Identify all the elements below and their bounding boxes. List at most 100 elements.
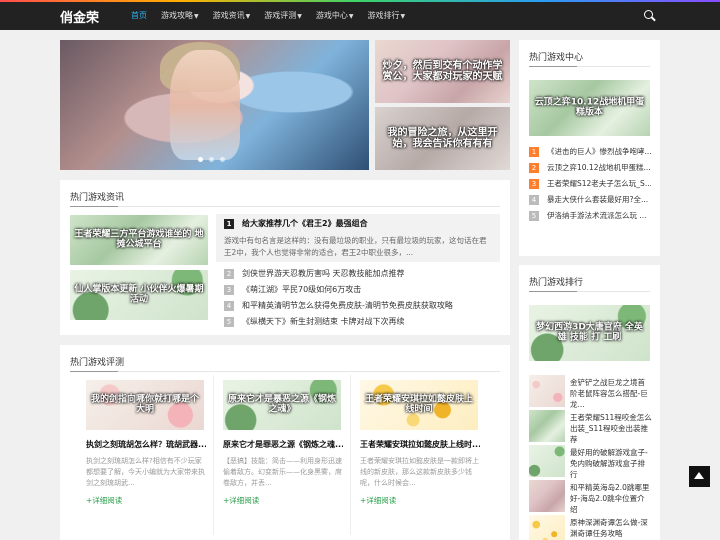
nav-item-news[interactable]: 游戏资讯▼ <box>206 2 258 30</box>
news-panel: 热门游戏资讯 王者荣耀三方平台游戏谁坐的 地摊公城平台 仙人掌版本更新 小伙伴火… <box>60 180 510 335</box>
rank-item-text: 最好用的破解游戏盒子-免内购破解游戏盒子排行 <box>570 448 648 479</box>
list-item[interactable]: 3 王者荣耀S12老夫子怎么玩_S... <box>529 176 651 192</box>
banner-caption: 梦幻西游3D大唐官府 全英雄 技能 打 工刷 <box>536 322 643 343</box>
chevron-down-icon: ▼ <box>400 13 406 20</box>
nav-item-label: 游戏资讯 <box>212 11 245 20</box>
review-card[interactable]: 我的剑指向哪你就打哪是个大明 执剑之刻琉胡怎么样？琉胡武器... 执剑之刻琉胡怎… <box>86 380 206 506</box>
list-item-text: 《纵横天下》新生封测结束 卡牌对战下次再续 <box>242 317 405 326</box>
review-title[interactable]: 王者荣耀安琪拉如懿皮肤上线时... <box>360 439 480 450</box>
main-nav: 首页 游戏攻略▼ 游戏资讯▼ 游戏评测▼ 游戏中心▼ 游戏排行▼ <box>124 2 412 30</box>
center-banner[interactable]: 云顶之弈10.12战地机甲蛋糕版本 <box>529 80 650 136</box>
list-item[interactable]: 3 《萌江湖》平民70级如何6万攻击 <box>224 282 453 298</box>
review-card[interactable]: 原来它才是暴恶之源《钢炼之魂》 原来它才是罪恶之源《钢炼之魂... 【恶搞】技能… <box>223 380 343 506</box>
news-thumb[interactable]: 仙人掌版本更新 小伙伴火爆暑期活动 <box>70 270 208 320</box>
rank-banner[interactable]: 梦幻西游3D大唐官府 全英雄 技能 打 工刷 <box>529 305 650 361</box>
banner-caption: 云顶之弈10.12战地机甲蛋糕版本 <box>534 97 645 118</box>
nav-item-label: 游戏排行 <box>367 11 400 20</box>
list-item[interactable]: 4 暴走大侠什么套装最好用?全... <box>529 192 651 208</box>
rank-thumb[interactable] <box>529 410 565 442</box>
list-item-text: 云顶之弈10.12战地机甲蛋糕... <box>547 163 651 172</box>
rank-number: 4 <box>224 300 234 311</box>
back-to-top-icon[interactable] <box>689 466 710 487</box>
list-item-text: 和平精英清明节怎么获得免费皮肤-清明节免费皮肤获取攻略 <box>242 301 453 310</box>
rank-thumb[interactable] <box>529 480 565 512</box>
nav-item-center[interactable]: 游戏中心▼ <box>309 2 361 30</box>
carousel-dot[interactable] <box>198 157 203 162</box>
chevron-down-icon: ▼ <box>348 13 354 20</box>
chevron-down-icon: ▼ <box>245 13 251 20</box>
site-header: 俏金荣 首页 游戏攻略▼ 游戏资讯▼ 游戏评测▼ 游戏中心▼ 游戏排行▼ <box>0 2 720 30</box>
rank-number: 5 <box>529 211 539 221</box>
search-icon[interactable] <box>644 10 656 22</box>
center-list: 1 《进击的巨人》惨烈战争咆哮... 2 云顶之弈10.12战地机甲蛋糕... 3王… <box>529 144 651 224</box>
featured-news-title[interactable]: 给大家推荐几个《君王2》最强组合 <box>242 219 368 228</box>
news-thumb[interactable]: 王者荣耀三方平台游戏谁坐的 地摊公城平台 <box>70 215 208 265</box>
rank-number: 4 <box>529 195 539 205</box>
chevron-down-icon: ▼ <box>194 13 199 20</box>
list-item-text: 《萌江湖》平民70级如何6万攻击 <box>242 285 362 294</box>
rank-number: 2 <box>224 268 234 279</box>
list-item-text: 王者荣耀S12老夫子怎么玩_S... <box>547 179 651 188</box>
nav-item-home[interactable]: 首页 <box>124 2 154 30</box>
thumb-caption: 仙人掌版本更新 小伙伴火爆暑期活动 <box>74 284 204 305</box>
rank-thumb[interactable] <box>529 445 565 477</box>
review-title[interactable]: 执剑之刻琉胡怎么样？琉胡武器... <box>86 439 206 450</box>
rank-thumb[interactable] <box>529 375 565 407</box>
rank-item-text: 金铲铲之战巨龙之境首阶老鼠阵容怎么搭配-巨龙... <box>570 378 648 409</box>
nav-item-guides[interactable]: 游戏攻略▼ <box>154 2 206 30</box>
list-item[interactable]: 1 《进击的巨人》惨烈战争咆哮... <box>529 144 651 160</box>
hero-carousel[interactable] <box>60 40 369 170</box>
list-item[interactable]: 2 云顶之弈10.12战地机甲蛋糕... <box>529 160 651 176</box>
rank-number: 1 <box>224 218 234 229</box>
carousel-dots <box>198 157 225 162</box>
review-desc: 王者荣耀安琪拉如懿皮肤是一款即将上线的新皮肤，那么这款新皮肤多少钱呢，什么时候会… <box>360 457 479 487</box>
read-more-link[interactable]: +详细阅读 <box>86 495 206 506</box>
nav-item-label: 游戏攻略 <box>161 11 193 20</box>
list-item[interactable]: 2 剑侠世界游天忍教厉害吗 天忍教技能加点推荐 <box>224 266 453 282</box>
carousel-dot[interactable] <box>209 157 214 162</box>
list-item[interactable]: 4 和平精英清明节怎么获得免费皮肤-清明节免费皮肤获取攻略 <box>224 298 453 314</box>
rank-number: 1 <box>529 147 539 157</box>
rank-item[interactable]: 金铲铲之战巨龙之境首阶老鼠阵容怎么搭配-巨龙... <box>529 375 651 409</box>
nav-item-reviews[interactable]: 游戏评测▼ <box>257 2 309 30</box>
review-title[interactable]: 原来它才是罪恶之源《钢炼之魂... <box>223 439 343 450</box>
thumb-caption: 我的剑指向哪你就打哪是个大明 <box>90 394 199 415</box>
featured-news-desc: 游戏中有句名言是这样的：没有最垃圾的职业，只有最垃圾的玩家，这句话在君王2中，我… <box>224 236 487 257</box>
side-banner[interactable]: 我的冒险之旅，从这里开始，我会告诉你有有有 <box>375 107 510 170</box>
rank-number: 2 <box>529 163 539 173</box>
nav-item-rank[interactable]: 游戏排行▼ <box>361 2 413 30</box>
section-title: 热门游戏中心 <box>529 53 584 63</box>
nav-item-label: 游戏评测 <box>264 11 297 20</box>
rank-item[interactable]: 和平精英海岛2.0跳哪里好-海岛2.0跳伞位置介绍 <box>529 480 651 514</box>
divider <box>529 66 650 67</box>
rank-item[interactable]: 王者荣耀S11程咬金怎么出装_S11程咬金出装推荐 <box>529 410 652 444</box>
review-thumb[interactable]: 原来它才是暴恶之源《钢炼之魂》 <box>223 380 341 430</box>
hero-character <box>170 50 240 160</box>
read-more-link[interactable]: +详细阅读 <box>223 495 343 506</box>
site-logo[interactable]: 俏金荣 <box>60 7 99 26</box>
thumb-caption: 王者荣耀三方平台游戏谁坐的 地摊公城平台 <box>74 229 204 250</box>
rank-item-text: 原神深渊奇谭怎么做-深渊奇谭任务攻略 <box>570 518 648 538</box>
featured-news[interactable]: 1 给大家推荐几个《君王2》最强组合 游戏中有句名言是这样的：没有最垃圾的职业，只… <box>216 214 500 262</box>
list-item-text: 暴走大侠什么套装最好用?全... <box>547 195 649 204</box>
rank-item[interactable]: 最好用的破解游戏盒子-免内购破解游戏盒子排行 <box>529 445 651 479</box>
list-item[interactable]: 5 伊洛纳手游法术流派怎么玩 ... <box>529 208 651 224</box>
carousel-dot[interactable] <box>220 157 225 162</box>
divider <box>70 206 500 207</box>
section-title: 热门游戏排行 <box>529 278 584 288</box>
divider <box>213 375 214 535</box>
review-card[interactable]: 王者荣耀安琪拉如懿皮肤上线时间 王者荣耀安琪拉如懿皮肤上线时... 王者荣耀安琪… <box>360 380 480 506</box>
rank-number: 3 <box>529 179 539 189</box>
thumb-caption: 王者荣耀安琪拉如懿皮肤上线时间 <box>364 394 473 415</box>
rank-item[interactable]: 原神深渊奇谭怎么做-深渊奇谭任务攻略 <box>529 515 651 540</box>
list-item-text: 伊洛纳手游法术流派怎么玩 ... <box>547 211 647 220</box>
side-banner[interactable]: 炒夕，然后到交有个动作学赏公，大家都对玩家的天赋 <box>375 40 510 103</box>
rank-item-text: 和平精英海岛2.0跳哪里好-海岛2.0跳伞位置介绍 <box>570 483 650 514</box>
list-item[interactable]: 5 《纵横天下》新生封测结束 卡牌对战下次再续 <box>224 314 453 330</box>
read-more-link[interactable]: +详细阅读 <box>360 495 480 506</box>
chevron-down-icon: ▼ <box>297 13 302 20</box>
list-item-text: 《进击的巨人》惨烈战争咆哮... <box>547 147 651 156</box>
review-thumb[interactable]: 王者荣耀安琪拉如懿皮肤上线时间 <box>360 380 478 430</box>
rank-thumb[interactable] <box>529 515 565 540</box>
review-thumb[interactable]: 我的剑指向哪你就打哪是个大明 <box>86 380 204 430</box>
